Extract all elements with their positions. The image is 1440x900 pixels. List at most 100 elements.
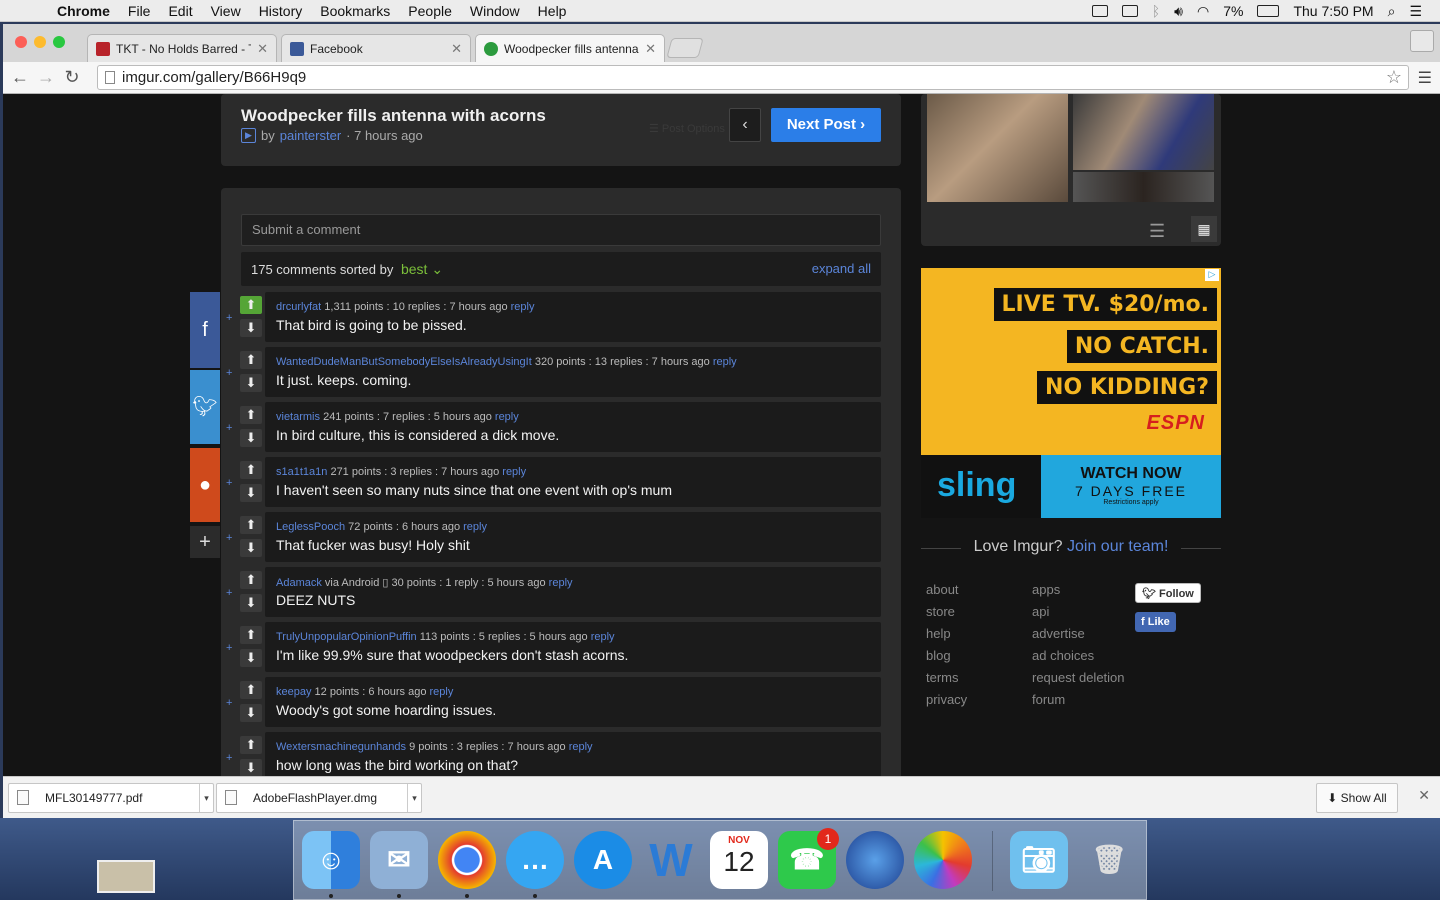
comment-author-link[interactable]: vietarmis <box>276 411 320 423</box>
battery-percent[interactable]: 7% <box>1223 3 1243 19</box>
reply-link[interactable]: reply <box>463 521 487 533</box>
notification-center-icon[interactable]: ☰ <box>1409 3 1422 20</box>
menu-app-name[interactable]: Chrome <box>48 3 119 19</box>
grid-view-icon[interactable]: ▦ <box>1191 216 1217 242</box>
previous-post-button[interactable]: ‹ <box>729 108 761 142</box>
reply-link[interactable]: reply <box>495 411 519 423</box>
calendar-icon[interactable]: NOV 12 <box>710 831 768 889</box>
menu-edit[interactable]: Edit <box>159 3 201 19</box>
bluetooth-icon[interactable]: ᛒ <box>1152 3 1160 19</box>
expand-replies-icon[interactable]: + <box>226 697 232 709</box>
downvote-button[interactable]: ⬇ <box>240 429 262 447</box>
comment-author-link[interactable]: drcurlyfat <box>276 301 321 313</box>
menu-history[interactable]: History <box>250 3 312 19</box>
trash-icon[interactable]: 🗑︎ <box>1080 831 1138 889</box>
watch-now-panel[interactable]: WATCH NOW 7 DAYS FREE Restrictions apply <box>1041 455 1221 518</box>
footer-link-store[interactable]: store <box>926 604 955 619</box>
desktop-thumbnail[interactable] <box>97 860 155 893</box>
photos-icon[interactable] <box>914 831 972 889</box>
close-window-button[interactable] <box>15 36 27 48</box>
download-item-dmg[interactable]: AdobeFlashPlayer.dmg ▾ <box>216 783 422 813</box>
footer-link-api[interactable]: api <box>1032 604 1049 619</box>
downvote-button[interactable]: ⬇ <box>240 539 262 557</box>
expand-replies-icon[interactable]: + <box>226 367 232 379</box>
upvote-button[interactable]: ⬆ <box>240 571 262 589</box>
facebook-share-button[interactable]: f <box>190 292 220 368</box>
list-view-icon[interactable]: ☰ <box>1149 221 1165 242</box>
menu-file[interactable]: File <box>119 3 160 19</box>
close-downloads-icon[interactable]: ✕ <box>1418 787 1430 804</box>
downvote-button[interactable]: ⬇ <box>240 319 262 337</box>
spotlight-icon[interactable]: ⌕ <box>1388 3 1396 20</box>
upvote-button[interactable]: ⬆ <box>240 296 262 314</box>
sort-dropdown[interactable]: best ⌄ <box>401 261 443 277</box>
close-tab-icon[interactable]: ✕ <box>257 41 268 57</box>
tab-facebook[interactable]: Facebook ✕ <box>281 34 471 62</box>
bookmark-star-icon[interactable]: ☆ <box>1386 67 1402 88</box>
reddit-share-button[interactable]: ● <box>190 448 220 522</box>
reply-link[interactable]: reply <box>569 741 593 753</box>
downvote-button[interactable]: ⬇ <box>240 374 262 392</box>
comment-author-link[interactable]: LeglessPooch <box>276 521 345 533</box>
sling-advertisement[interactable]: ▷ LIVE TV. $20/mo. NO CATCH. NO KIDDING?… <box>921 268 1221 518</box>
address-bar[interactable]: imgur.com/gallery/B66H9q9 ☆ <box>97 65 1409 90</box>
camera-icon[interactable] <box>1091 5 1108 17</box>
clock[interactable]: Thu 7:50 PM <box>1293 3 1373 19</box>
show-all-downloads-button[interactable]: ⬇ Show All <box>1316 783 1398 813</box>
next-post-button[interactable]: Next Post › <box>771 108 881 142</box>
menu-people[interactable]: People <box>399 3 461 19</box>
footer-link-ad-choices[interactable]: ad choices <box>1032 648 1094 663</box>
download-item-pdf[interactable]: MFL30149777.pdf ▾ <box>8 783 214 813</box>
upvote-button[interactable]: ⬆ <box>240 626 262 644</box>
reply-link[interactable]: reply <box>511 301 535 313</box>
post-options[interactable]: ☰ Post Options <box>649 122 725 135</box>
comment-input[interactable]: Submit a comment <box>241 214 881 246</box>
downvote-button[interactable]: ⬇ <box>240 759 262 776</box>
twitter-follow-button[interactable]: 🐦︎ Follow <box>1135 583 1201 603</box>
tab-tkt[interactable]: TKT - No Holds Barred - Th ✕ <box>87 34 277 62</box>
facebook-like-button[interactable]: f Like <box>1135 612 1176 632</box>
twitter-share-button[interactable]: 🐦︎ <box>190 370 220 444</box>
back-icon[interactable]: ← <box>7 67 33 88</box>
reload-icon[interactable]: ↻ <box>59 67 85 88</box>
download-menu-icon[interactable]: ▾ <box>407 784 421 812</box>
url-text[interactable]: imgur.com/gallery/B66H9q9 <box>122 69 306 86</box>
upvote-button[interactable]: ⬆ <box>240 461 262 479</box>
google-earth-icon[interactable] <box>846 831 904 889</box>
volume-icon[interactable]: 🔊︎ <box>1174 3 1183 20</box>
menu-window[interactable]: Window <box>461 3 529 19</box>
footer-link-help[interactable]: help <box>926 626 951 641</box>
app-store-icon[interactable]: A <box>574 831 632 889</box>
footer-link-terms[interactable]: terms <box>926 670 959 685</box>
minimize-window-button[interactable] <box>34 36 46 48</box>
menu-bookmarks[interactable]: Bookmarks <box>311 3 399 19</box>
expand-all-link[interactable]: expand all <box>812 252 871 286</box>
upvote-button[interactable]: ⬆ <box>240 736 262 754</box>
ad-choices-icon[interactable]: ▷ <box>1205 269 1219 281</box>
reply-link[interactable]: reply <box>549 577 573 589</box>
footer-link-about[interactable]: about <box>926 582 959 597</box>
gallery-thumbnail[interactable] <box>1073 172 1214 202</box>
reply-link[interactable]: reply <box>430 686 454 698</box>
expand-replies-icon[interactable]: + <box>226 752 232 764</box>
footer-link-request-deletion[interactable]: request deletion <box>1032 670 1125 685</box>
chrome-menu-icon[interactable]: ☰ <box>1418 68 1432 88</box>
mail-icon[interactable]: ✉ <box>370 831 428 889</box>
new-tab-button[interactable] <box>666 38 704 58</box>
messages-icon[interactable]: … <box>506 831 564 889</box>
menu-help[interactable]: Help <box>529 3 576 19</box>
airplay-icon[interactable] <box>1121 5 1138 17</box>
author-link[interactable]: painterster <box>280 128 341 143</box>
footer-link-blog[interactable]: blog <box>926 648 951 663</box>
downvote-button[interactable]: ⬇ <box>240 594 262 612</box>
footer-link-privacy[interactable]: privacy <box>926 692 967 707</box>
profile-icon[interactable] <box>1410 30 1434 52</box>
expand-replies-icon[interactable]: + <box>226 477 232 489</box>
reply-link[interactable]: reply <box>502 466 526 478</box>
upvote-button[interactable]: ⬆ <box>240 351 262 369</box>
expand-replies-icon[interactable]: + <box>226 312 232 324</box>
footer-link-forum[interactable]: forum <box>1032 692 1065 707</box>
comment-author-link[interactable]: s1a1t1a1n <box>276 466 327 478</box>
footer-link-advertise[interactable]: advertise <box>1032 626 1085 641</box>
download-menu-icon[interactable]: ▾ <box>199 784 213 812</box>
